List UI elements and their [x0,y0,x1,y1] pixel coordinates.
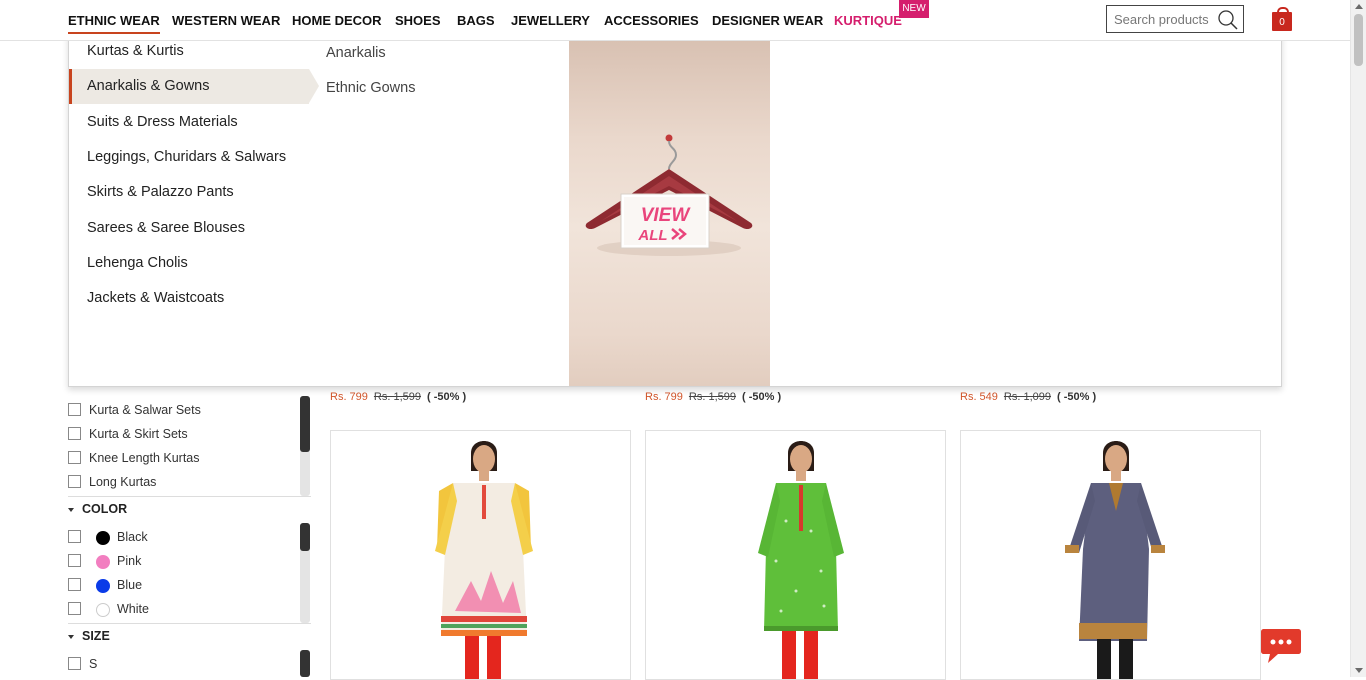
cart-icon: 0 [1272,12,1292,31]
cart-button[interactable]: 0 [1272,7,1292,31]
nav-bags[interactable]: BAGS [457,13,495,29]
size-filter-title: SIZE [82,629,110,643]
size-filter-scrollbar[interactable] [300,650,310,677]
filter-checkbox[interactable] [68,403,81,416]
product-card[interactable] [330,430,631,680]
filter-label[interactable]: Kurta & Salwar Sets [89,403,201,418]
nav-western-wear[interactable]: WESTERN WEAR [172,13,280,29]
color-filter-scrollbar[interactable] [300,523,310,623]
color-filter-title: COLOR [82,502,128,516]
price-current: Rs. 549 [960,391,998,403]
menu-sub-ethnic-gowns[interactable]: Ethnic Gowns [326,80,415,96]
divider [68,623,311,624]
search-box [1106,5,1244,33]
page-scrollbar[interactable] [1350,0,1366,677]
product-price: Rs. 549 Rs. 1,099 ( -50% ) [960,391,1096,403]
type-filter-scrollbar[interactable] [300,396,310,496]
color-swatch-black [96,531,110,545]
color-label[interactable]: White [117,602,149,617]
scroll-up-arrow-icon[interactable] [1355,4,1363,9]
color-label[interactable]: Blue [117,578,142,593]
menu-sub-anarkalis[interactable]: Anarkalis [326,45,386,61]
menu-category-lehenga-cholis[interactable]: Lehenga Cholis [69,246,309,281]
cart-count: 0 [1279,17,1285,28]
price-current: Rs. 799 [645,391,683,403]
color-label[interactable]: Pink [117,554,141,569]
scrollbar-thumb[interactable] [1354,14,1363,66]
product-card[interactable] [960,430,1261,680]
nav-accessories[interactable]: ACCESSORIES [604,13,699,29]
menu-category-jackets-waistcoats[interactable]: Jackets & Waistcoats [69,281,309,316]
nav-ethnic-wear[interactable]: ETHNIC WEAR [68,13,160,34]
top-navigation: ETHNIC WEAR WESTERN WEAR HOME DECOR SHOE… [0,0,1350,41]
menu-category-skirts-palazzo-pants[interactable]: Skirts & Palazzo Pants [69,175,309,210]
caret-down-icon [68,634,74,639]
nav-home-decor[interactable]: HOME DECOR [292,13,382,29]
filter-label[interactable]: Knee Length Kurtas [89,451,200,466]
filter-label[interactable]: Long Kurtas [89,475,156,490]
search-icon[interactable] [1217,9,1239,31]
size-filter-header[interactable]: SIZE [68,629,110,643]
promo-text-view: VIEW [641,205,692,226]
search-input[interactable] [1107,6,1222,32]
color-filter-header[interactable]: COLOR [68,502,127,516]
product-image [1065,441,1165,679]
nav-kurtique[interactable]: KURTIQUE [834,13,902,29]
price-original: Rs. 1,599 [688,391,737,403]
color-swatch-white [96,603,110,617]
price-original: Rs. 1,099 [1003,391,1052,403]
scrollbar-thumb[interactable] [300,396,310,452]
filter-checkbox[interactable] [68,578,81,591]
chat-icon [1261,629,1301,663]
promo-text-all: ALL [637,227,667,244]
menu-category-sarees-saree-blouses[interactable]: Sarees & Saree Blouses [69,211,309,246]
product-price: Rs. 799 Rs. 1,599 ( -50% ) [645,391,781,403]
menu-category-suits-dress-materials[interactable]: Suits & Dress Materials [69,105,309,140]
filter-checkbox[interactable] [68,427,81,440]
view-all-promo-banner[interactable]: VIEW ALL [569,33,770,386]
size-label[interactable]: S [89,657,97,672]
product-image [435,441,533,679]
filter-checkbox[interactable] [68,657,81,670]
nav-designer-wear[interactable]: DESIGNER WEAR [712,13,823,29]
scrollbar-thumb[interactable] [300,650,310,677]
filter-checkbox[interactable] [68,602,81,615]
mega-menu: Kurtas & Kurtis Anarkalis & Gowns Suits … [68,32,1282,387]
price-discount: ( -50% ) [742,391,782,403]
new-badge: NEW [899,0,929,18]
nav-jewellery[interactable]: JEWELLERY [511,13,590,29]
scrollbar-thumb[interactable] [300,523,310,551]
product-price: Rs. 799 Rs. 1,599 ( -50% ) [330,391,466,403]
product-image [758,441,844,679]
menu-category-leggings-churidars-salwars[interactable]: Leggings, Churidars & Salwars [69,140,309,175]
menu-category-anarkalis-gowns[interactable]: Anarkalis & Gowns [69,69,319,104]
filter-checkbox[interactable] [68,451,81,464]
caret-down-icon [68,507,74,512]
price-current: Rs. 799 [330,391,368,403]
scroll-down-arrow-icon[interactable] [1355,668,1363,673]
color-swatch-pink [96,555,110,569]
color-swatch-blue [96,579,110,593]
hanger-icon: VIEW ALL [585,134,753,256]
price-discount: ( -50% ) [427,391,467,403]
filter-checkbox[interactable] [68,530,81,543]
nav-shoes[interactable]: SHOES [395,13,441,29]
divider [68,496,311,497]
product-card[interactable] [645,430,946,680]
chat-button[interactable] [1260,627,1302,665]
filter-checkbox[interactable] [68,475,81,488]
price-original: Rs. 1,599 [373,391,422,403]
color-label[interactable]: Black [117,530,148,545]
filter-label[interactable]: Kurta & Skirt Sets [89,427,188,442]
price-discount: ( -50% ) [1057,391,1097,403]
filter-checkbox[interactable] [68,554,81,567]
